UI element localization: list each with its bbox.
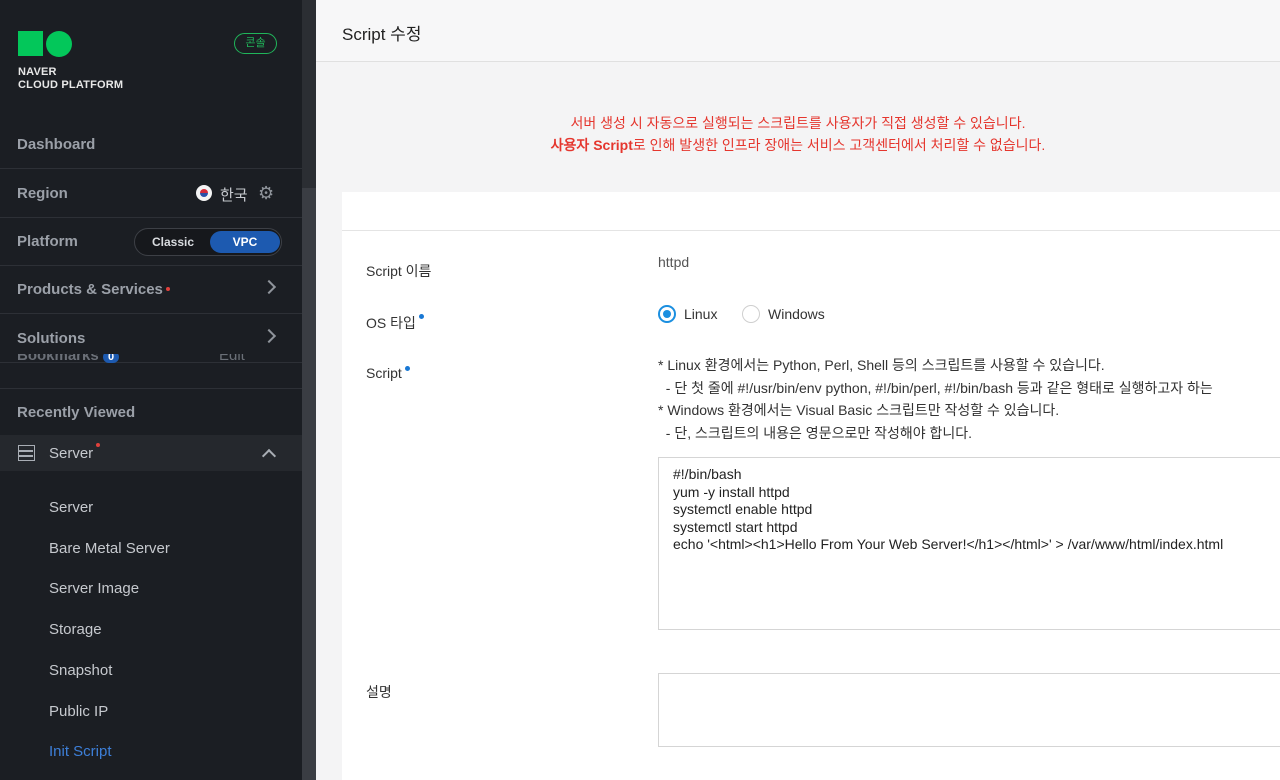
help-line: - 단, 스크립트의 내용은 영문으로만 작성해야 합니다.	[658, 424, 973, 441]
region-value[interactable]: 한국	[220, 184, 248, 205]
page-header: Script 수정	[316, 0, 1280, 62]
nav-platform: Platform Classic VPC	[0, 218, 302, 266]
sidebar: NAVER CLOUD PLATFORM 콘솔 Dashboard Region…	[0, 0, 302, 780]
notice-line-1: 서버 생성 시 자동으로 실행되는 스크립트를 사용자가 직접 생성할 수 있습…	[570, 115, 1026, 131]
nav-item-server-image[interactable]: Server Image	[49, 580, 139, 597]
radio-unselected-icon	[742, 305, 760, 323]
bookmarks-edit[interactable]: Edit	[219, 354, 245, 364]
os-radio-windows[interactable]: Windows	[742, 305, 825, 323]
notice-message: 서버 생성 시 자동으로 실행되는 스크립트를 사용자가 직접 생성할 수 있습…	[316, 112, 1280, 156]
nav-item-storage[interactable]: Storage	[49, 621, 102, 638]
nav-recently-viewed-label: Recently Viewed	[17, 403, 136, 421]
os-radio-windows-label: Windows	[768, 306, 825, 322]
sidebar-scrollbar-thumb[interactable]	[302, 188, 316, 780]
script-textarea[interactable]: #!/bin/bash yum -y install httpd systemc…	[658, 457, 1280, 630]
platform-toggle[interactable]: Classic VPC	[134, 228, 282, 256]
logo-circle-icon	[46, 31, 72, 57]
radio-selected-icon	[658, 305, 676, 323]
required-dot	[418, 314, 424, 319]
description-label: 설명	[366, 684, 392, 700]
help-line: - 단 첫 줄에 #!/usr/bin/env python, #!/bin/p…	[658, 379, 1213, 396]
nav-item-snapshot[interactable]: Snapshot	[49, 662, 112, 679]
nav-region-label: Region	[17, 185, 68, 202]
nav-dashboard[interactable]: Dashboard	[0, 121, 302, 169]
chevron-right-icon	[261, 328, 277, 344]
os-radio-linux-label: Linux	[684, 306, 718, 322]
new-indicator-dot	[96, 443, 101, 447]
script-name-value: httpd	[658, 254, 690, 270]
page-title: Script 수정	[342, 25, 422, 44]
chevron-up-icon	[261, 448, 277, 464]
nav-item-server[interactable]: Server	[49, 499, 93, 516]
nav-platform-label: Platform	[17, 233, 78, 250]
script-help-text: * Linux 환경에서는 Python, Perl, Shell 등의 스크립…	[658, 354, 1280, 444]
gear-icon[interactable]: ⚙	[258, 184, 274, 202]
os-radio-linux[interactable]: Linux	[658, 305, 717, 323]
nav-products-label: Products & Services	[17, 281, 163, 298]
nav-dashboard-label: Dashboard	[17, 136, 96, 153]
script-name-label: Script 이름	[366, 263, 432, 279]
help-line: * Windows 환경에서는 Visual Basic 스크립트만 작성할 수…	[658, 402, 1060, 418]
script-label: Script	[366, 365, 410, 381]
help-line: * Linux 환경에서는 Python, Perl, Shell 등의 스크립…	[658, 357, 1105, 373]
nav-server-group-label: Server	[49, 443, 101, 462]
new-indicator-dot	[165, 286, 170, 291]
nav-region: Region 한국 ⚙	[0, 170, 302, 218]
bookmarks-count-badge: 0	[103, 354, 120, 363]
nav-item-bare-metal-server[interactable]: Bare Metal Server	[49, 540, 170, 557]
notice-line-2: 사용자 Script로 인해 발생한 인프라 장애는 서비스 고객센터에서 처리…	[550, 137, 1046, 153]
nav-bookmarks-label: Bookmarks	[17, 354, 99, 364]
korea-flag-icon	[196, 185, 212, 201]
logo-square-icon	[18, 31, 43, 56]
nav-solutions-label: Solutions	[17, 330, 86, 347]
os-type-label: OS 타입	[366, 313, 424, 333]
chevron-right-icon	[261, 279, 277, 295]
nav-server-group[interactable]: Server	[0, 435, 302, 471]
server-icon	[18, 445, 35, 461]
console-badge[interactable]: 콘솔	[234, 33, 277, 54]
nav-item-public-ip[interactable]: Public IP	[49, 703, 108, 720]
logo-line1: NAVER	[18, 66, 57, 78]
required-dot	[404, 366, 410, 371]
nav-item-init-script[interactable]: Init Script	[49, 743, 112, 760]
form-panel: Script 이름 httpd OS 타입 Linux Windows Scri…	[342, 192, 1280, 780]
platform-classic-option[interactable]: Classic	[135, 229, 211, 255]
description-textarea[interactable]	[658, 673, 1280, 747]
panel-topbar	[342, 192, 1280, 231]
nav-bookmarks[interactable]: Bookmarks 0 Edit	[17, 354, 297, 366]
nav-recently-viewed[interactable]: Recently Viewed	[0, 388, 302, 436]
logo-line2: CLOUD PLATFORM	[18, 79, 124, 91]
nav-products-services[interactable]: Products & Services	[0, 266, 302, 314]
main-content: Script 수정 서버 생성 시 자동으로 실행되는 스크립트를 사용자가 직…	[316, 0, 1280, 780]
platform-vpc-option[interactable]: VPC	[210, 231, 280, 253]
